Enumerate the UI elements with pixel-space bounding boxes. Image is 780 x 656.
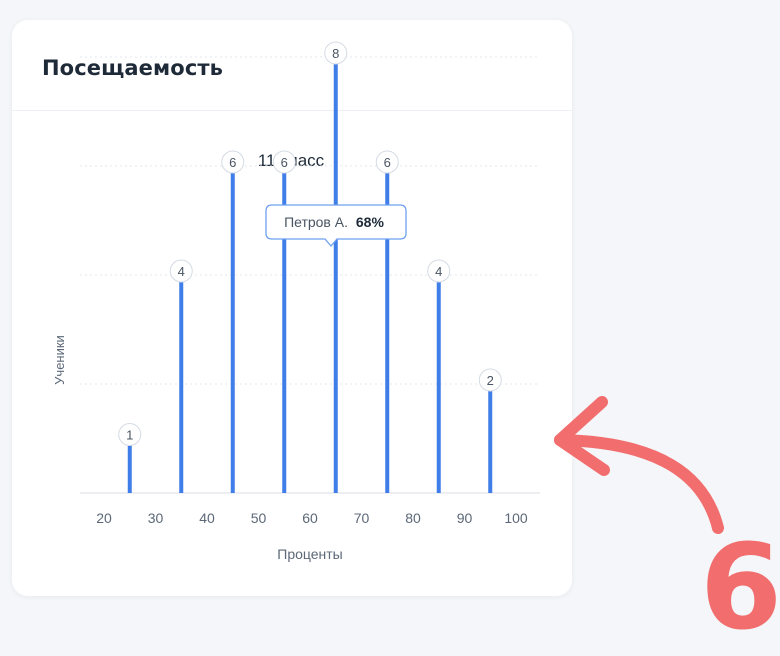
annotation-number: 6 [700,518,780,656]
arrow-annotation [554,396,724,534]
